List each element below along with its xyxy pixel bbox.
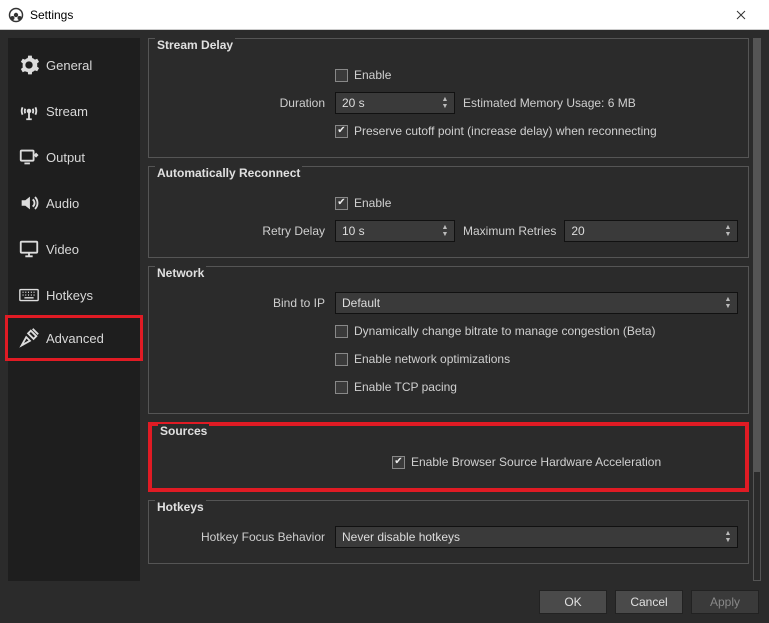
spin-arrows-icon: ▲▼ xyxy=(438,93,452,113)
sidebar-item-output[interactable]: Output xyxy=(8,134,140,180)
spinbox-value: 20 xyxy=(571,224,584,238)
scrollbar-thumb[interactable] xyxy=(754,39,760,472)
retry-delay-label: Retry Delay xyxy=(159,224,335,238)
sidebar-item-advanced[interactable]: Advanced xyxy=(5,315,143,361)
checkbox-label: Enable xyxy=(354,196,391,210)
preserve-cutoff-checkbox[interactable]: Preserve cutoff point (increase delay) w… xyxy=(335,124,657,138)
sidebar-item-label: Video xyxy=(46,242,79,257)
monitor-icon xyxy=(18,238,46,260)
spin-arrows-icon: ▲▼ xyxy=(721,221,735,241)
group-network: Network Bind to IP Default ▲▼ xyxy=(148,266,749,414)
network-optimizations-checkbox[interactable]: Enable network optimizations xyxy=(335,352,510,366)
window-title: Settings xyxy=(30,8,73,22)
chevron-updown-icon: ▲▼ xyxy=(721,527,735,547)
sidebar-item-label: Stream xyxy=(46,104,88,119)
bind-ip-label: Bind to IP xyxy=(159,296,335,310)
sidebar-item-video[interactable]: Video xyxy=(8,226,140,272)
group-hotkeys: Hotkeys Hotkey Focus Behavior Never disa… xyxy=(148,500,749,564)
checkbox-icon xyxy=(335,69,348,82)
tcp-pacing-checkbox[interactable]: Enable TCP pacing xyxy=(335,380,457,394)
checkbox-icon xyxy=(335,381,348,394)
group-title: Sources xyxy=(158,424,209,438)
memory-usage-text: Estimated Memory Usage: 6 MB xyxy=(463,96,636,110)
speaker-icon xyxy=(18,192,46,214)
group-title: Stream Delay xyxy=(155,38,235,52)
settings-panels: Stream Delay Enable Duration xyxy=(148,38,749,581)
spinbox-value: 20 s xyxy=(342,96,365,110)
auto-reconnect-enable-checkbox[interactable]: Enable xyxy=(335,196,391,210)
checkbox-icon xyxy=(335,125,348,138)
hotkey-focus-select[interactable]: Never disable hotkeys ▲▼ xyxy=(335,526,738,548)
retry-delay-spinbox[interactable]: 10 s ▲▼ xyxy=(335,220,455,242)
sidebar-item-hotkeys[interactable]: Hotkeys xyxy=(8,272,140,318)
checkbox-label: Dynamically change bitrate to manage con… xyxy=(354,324,656,338)
checkbox-icon xyxy=(335,325,348,338)
spinbox-value: 10 s xyxy=(342,224,365,238)
max-retries-spinbox[interactable]: 20 ▲▼ xyxy=(564,220,738,242)
group-title: Hotkeys xyxy=(155,500,206,514)
sidebar-item-label: Audio xyxy=(46,196,79,211)
duration-spinbox[interactable]: 20 s ▲▼ xyxy=(335,92,455,114)
keyboard-icon xyxy=(18,284,46,306)
checkbox-label: Enable Browser Source Hardware Accelerat… xyxy=(411,455,661,469)
duration-label: Duration xyxy=(159,96,335,110)
titlebar: Settings xyxy=(0,0,769,30)
checkbox-label: Enable network optimizations xyxy=(354,352,510,366)
checkbox-label: Preserve cutoff point (increase delay) w… xyxy=(354,124,657,138)
chevron-updown-icon: ▲▼ xyxy=(721,293,735,313)
group-stream-delay: Stream Delay Enable Duration xyxy=(148,38,749,158)
sidebar-item-stream[interactable]: Stream xyxy=(8,88,140,134)
sidebar-item-general[interactable]: General xyxy=(8,42,140,88)
app-icon xyxy=(8,7,24,23)
sidebar-item-audio[interactable]: Audio xyxy=(8,180,140,226)
dynamic-bitrate-checkbox[interactable]: Dynamically change bitrate to manage con… xyxy=(335,324,656,338)
hotkey-focus-label: Hotkey Focus Behavior xyxy=(159,530,335,544)
tools-icon xyxy=(18,327,46,349)
antenna-icon xyxy=(18,100,46,122)
checkbox-icon xyxy=(335,353,348,366)
checkbox-icon xyxy=(335,197,348,210)
cancel-button[interactable]: Cancel xyxy=(615,590,683,614)
max-retries-label: Maximum Retries xyxy=(463,224,556,238)
group-sources: Sources Enable Browser Source Hardware A… xyxy=(148,422,749,492)
group-auto-reconnect: Automatically Reconnect Enable Retry Del… xyxy=(148,166,749,258)
footer: OK Cancel Apply xyxy=(0,581,769,623)
bind-ip-select[interactable]: Default ▲▼ xyxy=(335,292,738,314)
select-value: Default xyxy=(342,296,380,310)
browser-hw-accel-checkbox[interactable]: Enable Browser Source Hardware Accelerat… xyxy=(392,455,661,469)
close-button[interactable] xyxy=(721,1,761,29)
apply-button[interactable]: Apply xyxy=(691,590,759,614)
spin-arrows-icon: ▲▼ xyxy=(438,221,452,241)
sidebar: General Stream Output Audio Video xyxy=(8,38,140,581)
ok-button[interactable]: OK xyxy=(539,590,607,614)
group-title: Network xyxy=(155,266,206,280)
checkbox-label: Enable xyxy=(354,68,391,82)
group-title: Automatically Reconnect xyxy=(155,166,302,180)
scrollbar[interactable] xyxy=(753,38,761,581)
sidebar-item-label: Output xyxy=(46,150,85,165)
sidebar-item-label: Hotkeys xyxy=(46,288,93,303)
sidebar-item-label: Advanced xyxy=(46,331,104,346)
gear-icon xyxy=(18,54,46,76)
stream-delay-enable-checkbox[interactable]: Enable xyxy=(335,68,391,82)
sidebar-item-label: General xyxy=(46,58,92,73)
checkbox-label: Enable TCP pacing xyxy=(354,380,457,394)
select-value: Never disable hotkeys xyxy=(342,530,460,544)
output-icon xyxy=(18,146,46,168)
checkbox-icon xyxy=(392,456,405,469)
